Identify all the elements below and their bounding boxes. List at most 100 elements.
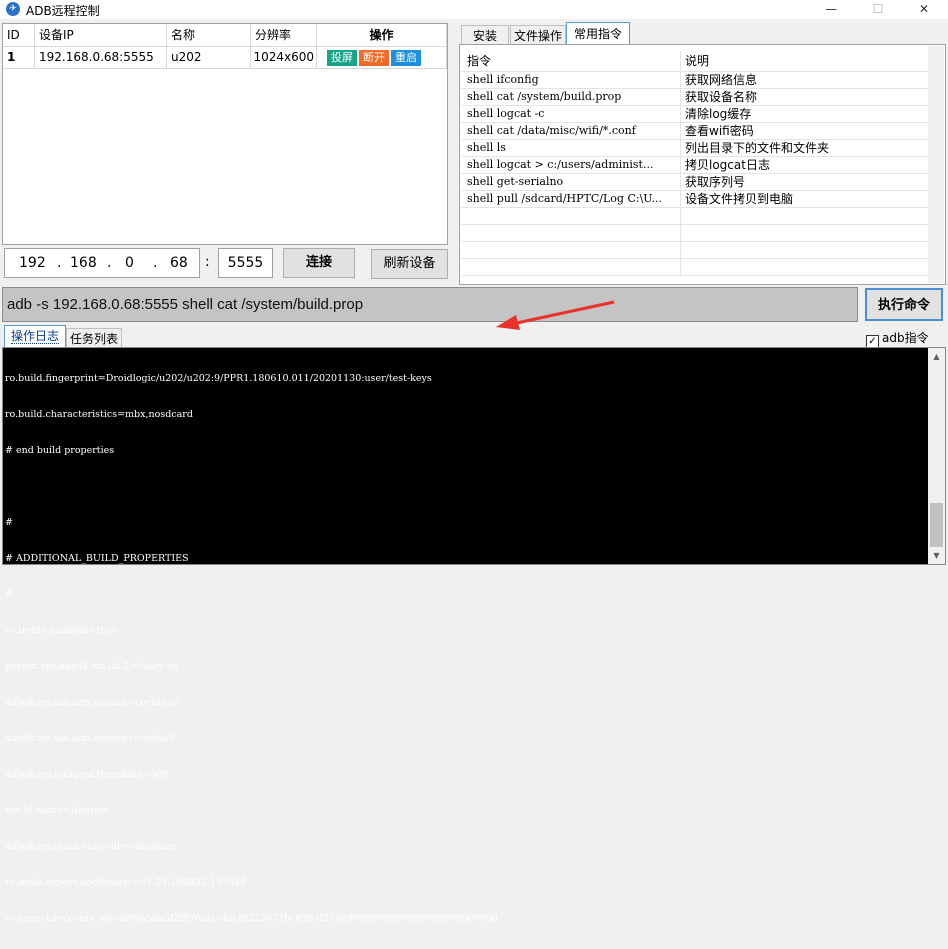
column-header-operations[interactable]: 操作 (317, 24, 447, 46)
list-item[interactable]: shell logcat > c:/users/administ... 拷贝log… (461, 157, 929, 174)
command-description: 获取设备名称 (685, 90, 758, 104)
empty-row (461, 225, 929, 242)
disconnect-button[interactable]: 断开 (359, 49, 389, 66)
command-text: shell get-serialno (461, 174, 681, 190)
minimize-button[interactable]: — (808, 0, 854, 19)
console-line: ro.build.expect.bootloader=01.01.180822.… (5, 877, 247, 888)
column-header-name[interactable]: 名称 (167, 24, 251, 46)
command-text: shell cat /data/misc/wifi/*.conf (461, 123, 681, 139)
ip-octet-4[interactable]: 68 (170, 255, 188, 271)
device-operations: 投屏 断开 重启 (317, 46, 447, 68)
common-commands-panel: 指令 说明 shell ifconfig 获取网络信息 shell cat /sy… (459, 44, 946, 285)
list-item[interactable]: shell cat /system/build.prop 获取设备名称 (461, 89, 929, 106)
console-line: ro.build.fingerprint=Droidlogic/u202/u20… (5, 373, 432, 384)
device-id: 1 (3, 46, 35, 68)
list-item[interactable]: shell ls 列出目录下的文件和文件夹 (461, 140, 929, 157)
command-description: 获取序列号 (685, 175, 746, 189)
port-input[interactable]: 5555 (218, 248, 273, 278)
command-text: shell cat /system/build.prop (461, 89, 681, 105)
ip-octet-2[interactable]: 168 (70, 255, 97, 271)
port-separator: : (205, 254, 210, 270)
column-header-command[interactable]: 指令 (461, 51, 681, 71)
scrollbar-thumb[interactable] (930, 503, 943, 547)
device-name: u202 (167, 46, 251, 68)
tab-task-list[interactable]: 任务列表 (66, 328, 122, 348)
list-item[interactable]: shell ifconfig 获取网络信息 (461, 72, 929, 89)
command-text: shell logcat -c (461, 106, 681, 122)
command-list-scrollbar[interactable] (928, 46, 944, 283)
tab-install[interactable]: 安装 (461, 25, 509, 45)
tab-operation-log[interactable]: 操作日志 (4, 325, 66, 347)
table-row[interactable]: 1 192.168.0.68:5555 u202 1024x600 投屏 断开 重启 (3, 46, 447, 69)
command-description: 获取网络信息 (685, 73, 758, 87)
window-title: ADB远程控制 (26, 4, 100, 18)
tab-common-commands[interactable]: 常用指令 (566, 22, 630, 45)
empty-row (461, 208, 929, 225)
empty-row (461, 259, 929, 276)
command-list-header: 指令 说明 (461, 51, 929, 72)
console-line: ro.treble.enabled=true (5, 625, 117, 636)
device-resolution: 1024x600 (251, 46, 317, 68)
status-bar (0, 566, 948, 573)
console-line: ro.build.characteristics=mbx,nosdcard (5, 409, 193, 420)
empty-row (461, 242, 929, 259)
command-description: 列出目录下的文件和文件夹 (685, 141, 830, 155)
ip-address-input[interactable]: 192 . 168 . 0 . 68 (4, 248, 200, 278)
command-text: shell ls (461, 140, 681, 156)
scroll-down-icon[interactable]: ▼ (928, 547, 945, 564)
ip-dot: . (107, 255, 112, 271)
column-header-ip[interactable]: 设备IP (35, 24, 167, 46)
console-text: ro.build.fingerprint=Droidlogic/u202/u20… (5, 349, 929, 949)
adb-command-label: adb指令 (882, 331, 929, 345)
command-description: 清除log缓存 (685, 107, 752, 121)
list-item[interactable]: shell get-serialno 获取序列号 (461, 174, 929, 191)
console-line: # (5, 589, 13, 600)
command-input[interactable]: adb -s 192.168.0.68:5555 shell cat /syst… (2, 287, 858, 322)
column-header-description[interactable]: 说明 (681, 51, 929, 71)
list-item[interactable]: shell pull /sdcard/HPTC/Log C:\U... 设备文件拷… (461, 191, 929, 208)
list-item[interactable]: shell logcat -c 清除log缓存 (461, 106, 929, 123)
app-icon: ✈ (6, 2, 20, 16)
refresh-devices-button[interactable]: 刷新设备 (371, 249, 448, 279)
connect-button[interactable]: 连接 (283, 248, 355, 278)
cast-screen-button[interactable]: 投屏 (327, 49, 357, 66)
console-line: dalvik.vm.lockprof.threshold=500 (5, 769, 169, 780)
tab-file-operations[interactable]: 文件操作 (510, 25, 566, 45)
command-text: shell pull /sdcard/HPTC/Log C:\U... (461, 191, 681, 207)
console-line: # end build properties (5, 445, 115, 456)
console-line: dalvik.vm.isa.arm.features=default (5, 733, 175, 744)
console-line: dalvik.vm.stack-trace-dir=/data/anr (5, 841, 177, 852)
console-line: dalvik.vm.isa.arm.variant=cortex-a9 (5, 697, 181, 708)
annotation-arrow-icon (496, 300, 615, 330)
tab-operation-log-label: 操作日志 (10, 329, 59, 344)
device-table-header: ID 设备IP 名称 分辨率 操作 (3, 24, 447, 47)
console-output[interactable]: ro.build.fingerprint=Droidlogic/u202/u20… (2, 347, 946, 924)
command-description: 设备文件拷贝到电脑 (685, 192, 794, 206)
adb-command-checkbox[interactable]: ✓ adb指令 (866, 329, 929, 348)
command-text: shell logcat > c:/users/administ... (461, 157, 681, 173)
close-button[interactable]: ✕ (901, 0, 947, 19)
reboot-button[interactable]: 重启 (391, 49, 421, 66)
console-line: persist.sys.dalvik.vm.lib.2=libart.so (5, 661, 178, 672)
console-line: net.bt.name=Android (5, 805, 110, 816)
maximize-button[interactable]: ☐ (855, 0, 901, 19)
ip-octet-1[interactable]: 192 (19, 255, 46, 271)
command-description: 查看wifi密码 (685, 124, 754, 138)
console-scrollbar[interactable]: ▲ ▼ (928, 348, 945, 564)
command-list: 指令 说明 shell ifconfig 获取网络信息 shell cat /sy… (461, 51, 929, 283)
ip-dot: . (57, 255, 62, 271)
list-item[interactable]: shell cat /data/misc/wifi/*.conf 查看wifi密码 (461, 123, 929, 140)
console-line: # (5, 517, 13, 528)
device-table: ID 设备IP 名称 分辨率 操作 1 192.168.0.68:5555 u2… (2, 23, 448, 245)
command-description: 拷贝logcat日志 (685, 158, 770, 172)
command-text: shell ifconfig (461, 72, 681, 88)
device-ip: 192.168.0.68:5555 (35, 46, 167, 68)
console-line: ro.expect.recovery_id=0x69a5da5f2f97fcd1… (5, 913, 498, 924)
column-header-resolution[interactable]: 分辨率 (251, 24, 317, 46)
title-bar: ✈ ADB远程控制 — ☐ ✕ (0, 0, 948, 19)
column-header-id[interactable]: ID (3, 24, 35, 46)
scroll-up-icon[interactable]: ▲ (928, 348, 945, 365)
ip-octet-3[interactable]: 0 (125, 255, 134, 271)
execute-command-button[interactable]: 执行命令 (865, 288, 943, 321)
